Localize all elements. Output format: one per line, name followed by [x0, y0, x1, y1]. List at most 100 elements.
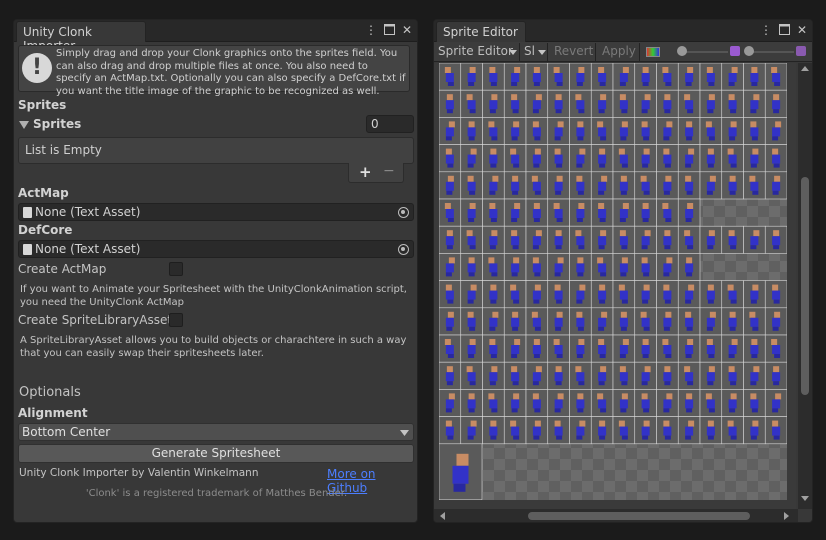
sprite-canvas[interactable]	[434, 63, 796, 509]
sprite-frame[interactable]	[503, 144, 527, 173]
close-icon[interactable]: ✕	[401, 22, 413, 38]
sprite-frame[interactable]	[721, 334, 744, 363]
sprite-frame[interactable]	[460, 63, 483, 91]
sprite-frame[interactable]	[525, 416, 549, 445]
sprite-frame[interactable]	[634, 361, 657, 390]
vertical-scrollbar-thumb[interactable]	[801, 177, 809, 395]
sprite-frame[interactable]	[460, 144, 483, 173]
sprite-frame[interactable]	[721, 171, 744, 200]
sprite-frame[interactable]	[677, 361, 701, 390]
sprite-frame[interactable]	[612, 361, 636, 390]
sprite-frame[interactable]	[634, 117, 657, 145]
sprite-frame[interactable]	[525, 89, 549, 118]
apply-button[interactable]: Apply	[598, 43, 640, 61]
horizontal-scrollbar[interactable]	[434, 509, 798, 522]
sprite-frame[interactable]	[764, 89, 787, 118]
sprite-frame[interactable]	[460, 117, 483, 145]
sprite-frame[interactable]	[590, 225, 614, 254]
scroll-down-icon[interactable]	[801, 496, 809, 501]
slice-dropdown[interactable]: Sl	[522, 43, 548, 61]
sprite-frame[interactable]	[634, 171, 657, 200]
sprite-frame[interactable]	[503, 307, 527, 336]
sprite-frame[interactable]	[460, 225, 483, 254]
sprite-frame[interactable]	[525, 280, 549, 309]
sprite-frame[interactable]	[569, 171, 592, 200]
create-actmap-checkbox[interactable]	[169, 262, 183, 276]
sprite-frame[interactable]	[590, 361, 614, 390]
sprite-frame[interactable]	[699, 334, 723, 363]
sprite-frame[interactable]	[569, 253, 592, 281]
sprite-frame[interactable]	[634, 89, 657, 118]
sprite-frame[interactable]	[612, 253, 636, 281]
sprite-frame[interactable]	[656, 361, 679, 390]
sprite-frame[interactable]	[677, 389, 701, 417]
sprite-frame[interactable]	[743, 416, 766, 445]
sprite-frame[interactable]	[721, 63, 744, 91]
sprite-frame[interactable]	[547, 307, 570, 336]
sprite-frame[interactable]	[590, 416, 614, 445]
sprite-frame[interactable]	[612, 89, 636, 118]
sprite-frame[interactable]	[482, 117, 505, 145]
sprite-frame[interactable]	[634, 225, 657, 254]
sprite-frame[interactable]	[525, 307, 549, 336]
sprite-frame[interactable]	[590, 117, 614, 145]
sprite-frame[interactable]	[743, 334, 766, 363]
sprite-frame[interactable]	[569, 198, 592, 227]
sprite-frame[interactable]	[743, 389, 766, 417]
sprite-frame[interactable]	[525, 334, 549, 363]
sprite-frame[interactable]	[547, 361, 570, 390]
sprites-foldout[interactable]: Sprites	[18, 117, 318, 133]
tab-unity-clonk-importer[interactable]: Unity Clonk Importer	[16, 21, 146, 53]
sprite-frame[interactable]	[634, 334, 657, 363]
sprite-frame[interactable]	[634, 198, 657, 227]
maximize-icon[interactable]	[778, 22, 790, 38]
sprite-frame[interactable]	[460, 198, 483, 227]
sprite-frame[interactable]	[439, 117, 462, 145]
object-picker-icon[interactable]	[398, 244, 409, 255]
sprite-frame[interactable]	[460, 253, 483, 281]
defcore-field[interactable]: None (Text Asset)	[18, 240, 414, 258]
sprite-frame[interactable]	[743, 89, 766, 118]
sprite-frame[interactable]	[482, 280, 505, 309]
sprite-frame[interactable]	[547, 144, 570, 173]
sprite-frame[interactable]	[764, 171, 787, 200]
sprite-frame[interactable]	[677, 334, 701, 363]
sprite-frame[interactable]	[439, 253, 462, 281]
sprite-frame[interactable]	[503, 171, 527, 200]
sprite-frame[interactable]	[439, 63, 462, 91]
sprite-frame[interactable]	[699, 389, 723, 417]
sprite-frame[interactable]	[569, 416, 592, 445]
sprite-frame[interactable]	[677, 416, 701, 445]
sprite-frame[interactable]	[482, 144, 505, 173]
sprite-frame[interactable]	[547, 280, 570, 309]
sprite-frame[interactable]	[764, 63, 787, 91]
sprite-frame[interactable]	[525, 389, 549, 417]
color-channel-icon[interactable]	[646, 47, 660, 57]
sprite-frame[interactable]	[721, 361, 744, 390]
sprite-frame[interactable]	[656, 280, 679, 309]
kebab-menu-icon[interactable]: ⋮	[365, 22, 377, 38]
sprite-frame[interactable]	[721, 89, 744, 118]
sprite-frame[interactable]	[764, 307, 787, 336]
sprite-frame[interactable]	[677, 253, 701, 281]
sprite-frame[interactable]	[612, 307, 636, 336]
sprite-frame[interactable]	[439, 334, 462, 363]
sprite-frame[interactable]	[656, 63, 679, 91]
sprite-frame[interactable]	[547, 63, 570, 91]
sprite-frame[interactable]	[439, 280, 462, 309]
sprite-frame[interactable]	[482, 361, 505, 390]
sprite-frame[interactable]	[525, 198, 549, 227]
sprite-frame[interactable]	[764, 334, 787, 363]
sprite-frame[interactable]	[547, 117, 570, 145]
sprite-frame[interactable]	[482, 253, 505, 281]
sprite-frame[interactable]	[525, 253, 549, 281]
sprite-frame[interactable]	[699, 361, 723, 390]
sprite-frame[interactable]	[677, 307, 701, 336]
sprite-frame[interactable]	[699, 89, 723, 118]
sprite-frame[interactable]	[721, 225, 744, 254]
sprite-frame[interactable]	[764, 389, 787, 417]
sprite-frame[interactable]	[634, 389, 657, 417]
horizontal-scrollbar-thumb[interactable]	[528, 512, 750, 520]
sprite-frame[interactable]	[547, 198, 570, 227]
sprite-frame[interactable]	[460, 89, 483, 118]
